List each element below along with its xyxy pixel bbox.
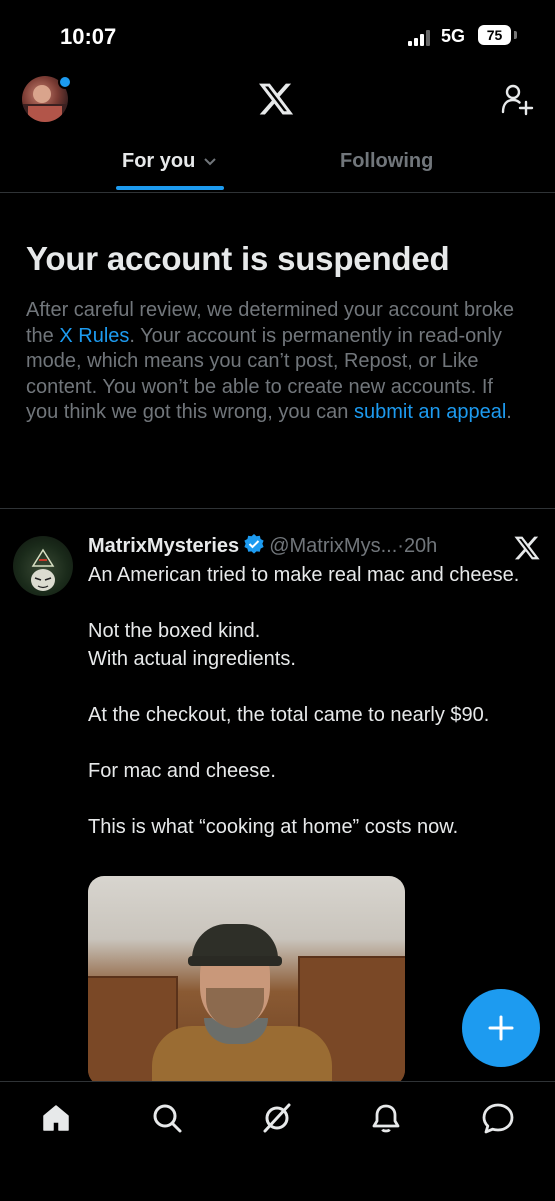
- post-separator: ·: [397, 535, 404, 557]
- status-bar: 10:07 5G 75: [0, 0, 555, 72]
- compose-post-button[interactable]: [462, 989, 540, 1067]
- post-line: An American tried to make real mac and c…: [88, 564, 520, 586]
- divider: [0, 508, 555, 509]
- post-author-avatar[interactable]: [13, 536, 73, 596]
- x-logo-icon[interactable]: [257, 80, 295, 118]
- submit-appeal-link[interactable]: submit an appeal: [354, 401, 506, 423]
- add-user-icon[interactable]: [500, 82, 534, 116]
- status-time: 10:07: [60, 24, 117, 49]
- verified-badge-icon: [243, 533, 265, 561]
- suspended-message: After careful review, we determined your…: [26, 298, 526, 426]
- post-text: An American tried to make real mac and c…: [88, 561, 533, 841]
- tab-for-you-label: For you: [122, 150, 196, 172]
- post-line: At the checkout, the total came to nearl…: [88, 704, 490, 726]
- battery-icon: 75: [478, 25, 511, 45]
- signal-icon: [408, 30, 432, 46]
- post-line: With actual ingredients.: [88, 648, 296, 670]
- messages-icon[interactable]: [481, 1102, 514, 1134]
- grok-icon[interactable]: [261, 1102, 293, 1134]
- notice-text-3: .: [506, 401, 512, 423]
- post-time: 20h: [403, 535, 438, 557]
- search-icon[interactable]: [151, 1102, 183, 1134]
- suspended-title: Your account is suspended: [26, 240, 450, 277]
- bottom-navigation: [0, 1081, 555, 1201]
- timeline-tabs: For you Following: [0, 140, 555, 193]
- post-video-thumbnail[interactable]: [88, 876, 405, 1086]
- post-line: For mac and cheese.: [88, 760, 276, 782]
- tab-for-you[interactable]: For you: [122, 150, 217, 173]
- post-author-handle[interactable]: @MatrixMys...: [269, 535, 397, 557]
- tab-following[interactable]: Following: [340, 150, 433, 173]
- post-line: Not the boxed kind.: [88, 620, 261, 642]
- chevron-down-icon: [203, 150, 217, 173]
- x-rules-link[interactable]: X Rules: [59, 325, 129, 347]
- home-icon[interactable]: [40, 1102, 72, 1134]
- notifications-icon[interactable]: [370, 1102, 402, 1134]
- notification-dot: [58, 75, 72, 89]
- plus-icon: [488, 1015, 514, 1041]
- battery-tip: [514, 31, 517, 39]
- grok-x-icon[interactable]: [513, 534, 541, 562]
- post-header: MatrixMysteries @MatrixMys...·20h: [88, 533, 518, 563]
- post-line: This is what “cooking at home” costs now…: [88, 816, 459, 838]
- cap-brim: [188, 956, 282, 966]
- post-author-name[interactable]: MatrixMysteries: [88, 535, 239, 557]
- network-type: 5G: [441, 26, 466, 46]
- active-tab-indicator: [116, 186, 224, 190]
